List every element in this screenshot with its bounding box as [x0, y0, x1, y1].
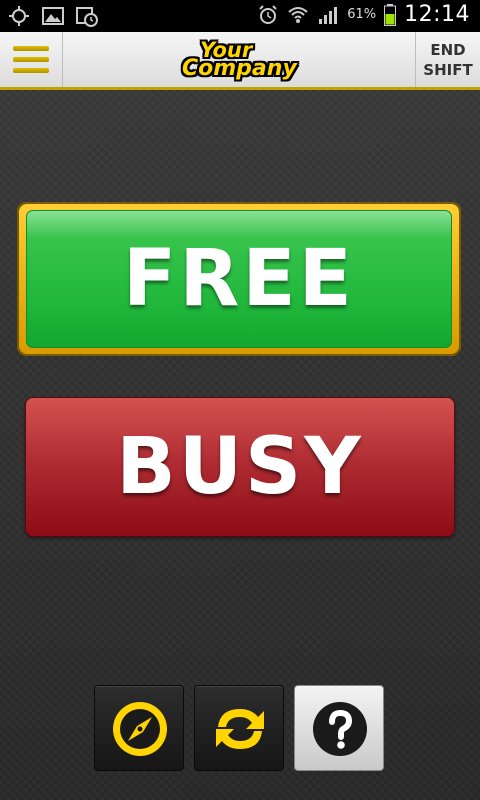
- calendar-clock-icon: [76, 7, 98, 27]
- system-icons: 61% 12:14: [257, 2, 470, 27]
- navigation-button[interactable]: [94, 685, 184, 771]
- help-icon: [313, 702, 367, 756]
- end-shift-button[interactable]: END SHIFT: [415, 32, 480, 87]
- end-shift-label-line-1: END: [430, 40, 466, 59]
- status-bar: 61% 12:14: [0, 0, 480, 32]
- logo-line-2: Company: [182, 56, 297, 81]
- free-button[interactable]: FREE: [26, 210, 452, 348]
- main-panel: FREE BUSY: [0, 90, 480, 800]
- gallery-icon: [42, 7, 64, 25]
- company-logo: Your Company: [180, 38, 300, 84]
- signal-icon: [319, 6, 338, 24]
- clock-time: 12:14: [404, 2, 470, 27]
- notification-icons: [8, 5, 98, 27]
- busy-button-label: BUSY: [116, 422, 364, 512]
- battery-percent: 61%: [347, 7, 377, 22]
- wifi-icon: [288, 6, 308, 23]
- busy-button[interactable]: BUSY: [26, 398, 454, 536]
- help-button[interactable]: [294, 685, 384, 771]
- refresh-icon: [216, 709, 264, 749]
- free-button-highlight: FREE: [17, 202, 461, 356]
- end-shift-label-line-2: SHIFT: [423, 60, 473, 79]
- free-button-label: FREE: [123, 234, 355, 324]
- battery-icon: [384, 3, 397, 26]
- menu-button[interactable]: [0, 32, 63, 87]
- gps-icon: [9, 6, 29, 26]
- compass-icon: [113, 702, 167, 756]
- alarm-icon: [259, 4, 277, 24]
- app-header: Your Company END SHIFT: [0, 32, 480, 90]
- refresh-button[interactable]: [194, 685, 284, 771]
